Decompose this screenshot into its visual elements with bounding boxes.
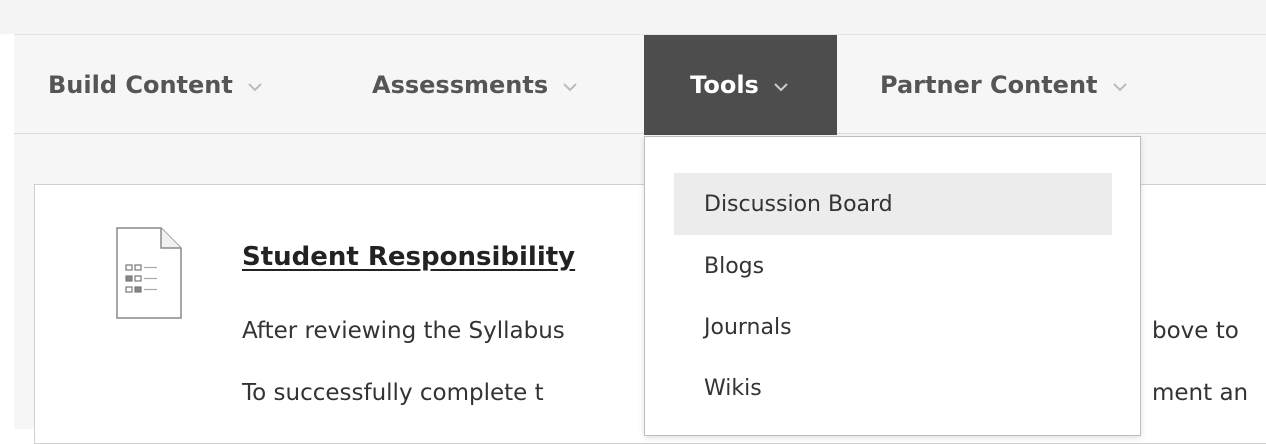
build-content-menu[interactable]: Build Content [48,35,265,135]
content-item-text-line1-right: bove to [1152,318,1239,344]
document-icon [115,226,183,320]
assessments-label: Assessments [372,71,549,99]
partner-content-menu[interactable]: Partner Content [880,35,1130,135]
action-bar: Build Content Assessments Tools Partner … [14,34,1266,135]
content-item-text-line1: After reviewing the Syllabus [242,318,565,344]
tools-menu-button[interactable]: Tools [644,35,837,135]
content-item-text-line2: To successfully complete t [242,380,544,406]
assessments-menu[interactable]: Assessments [372,35,580,135]
menu-item-discussion-board[interactable]: Discussion Board [674,173,1112,235]
chevron-down-icon [560,77,580,97]
menu-item-blogs[interactable]: Blogs [674,235,1112,297]
tools-label: Tools [690,71,759,99]
partner-content-label: Partner Content [880,71,1098,99]
top-strip [0,0,1266,34]
chevron-down-icon [1110,77,1130,97]
menu-item-wikis[interactable]: Wikis [674,357,1112,419]
content-item-text-line2-right: ment an [1152,380,1249,406]
tools-dropdown-menu: Discussion Board Blogs Journals Wikis [644,136,1141,436]
build-content-label: Build Content [48,71,233,99]
chevron-down-icon [771,77,791,97]
chevron-down-icon [245,77,265,97]
menu-item-journals[interactable]: Journals [674,296,1112,358]
content-item-title-link[interactable]: Student Responsibility [242,242,575,272]
